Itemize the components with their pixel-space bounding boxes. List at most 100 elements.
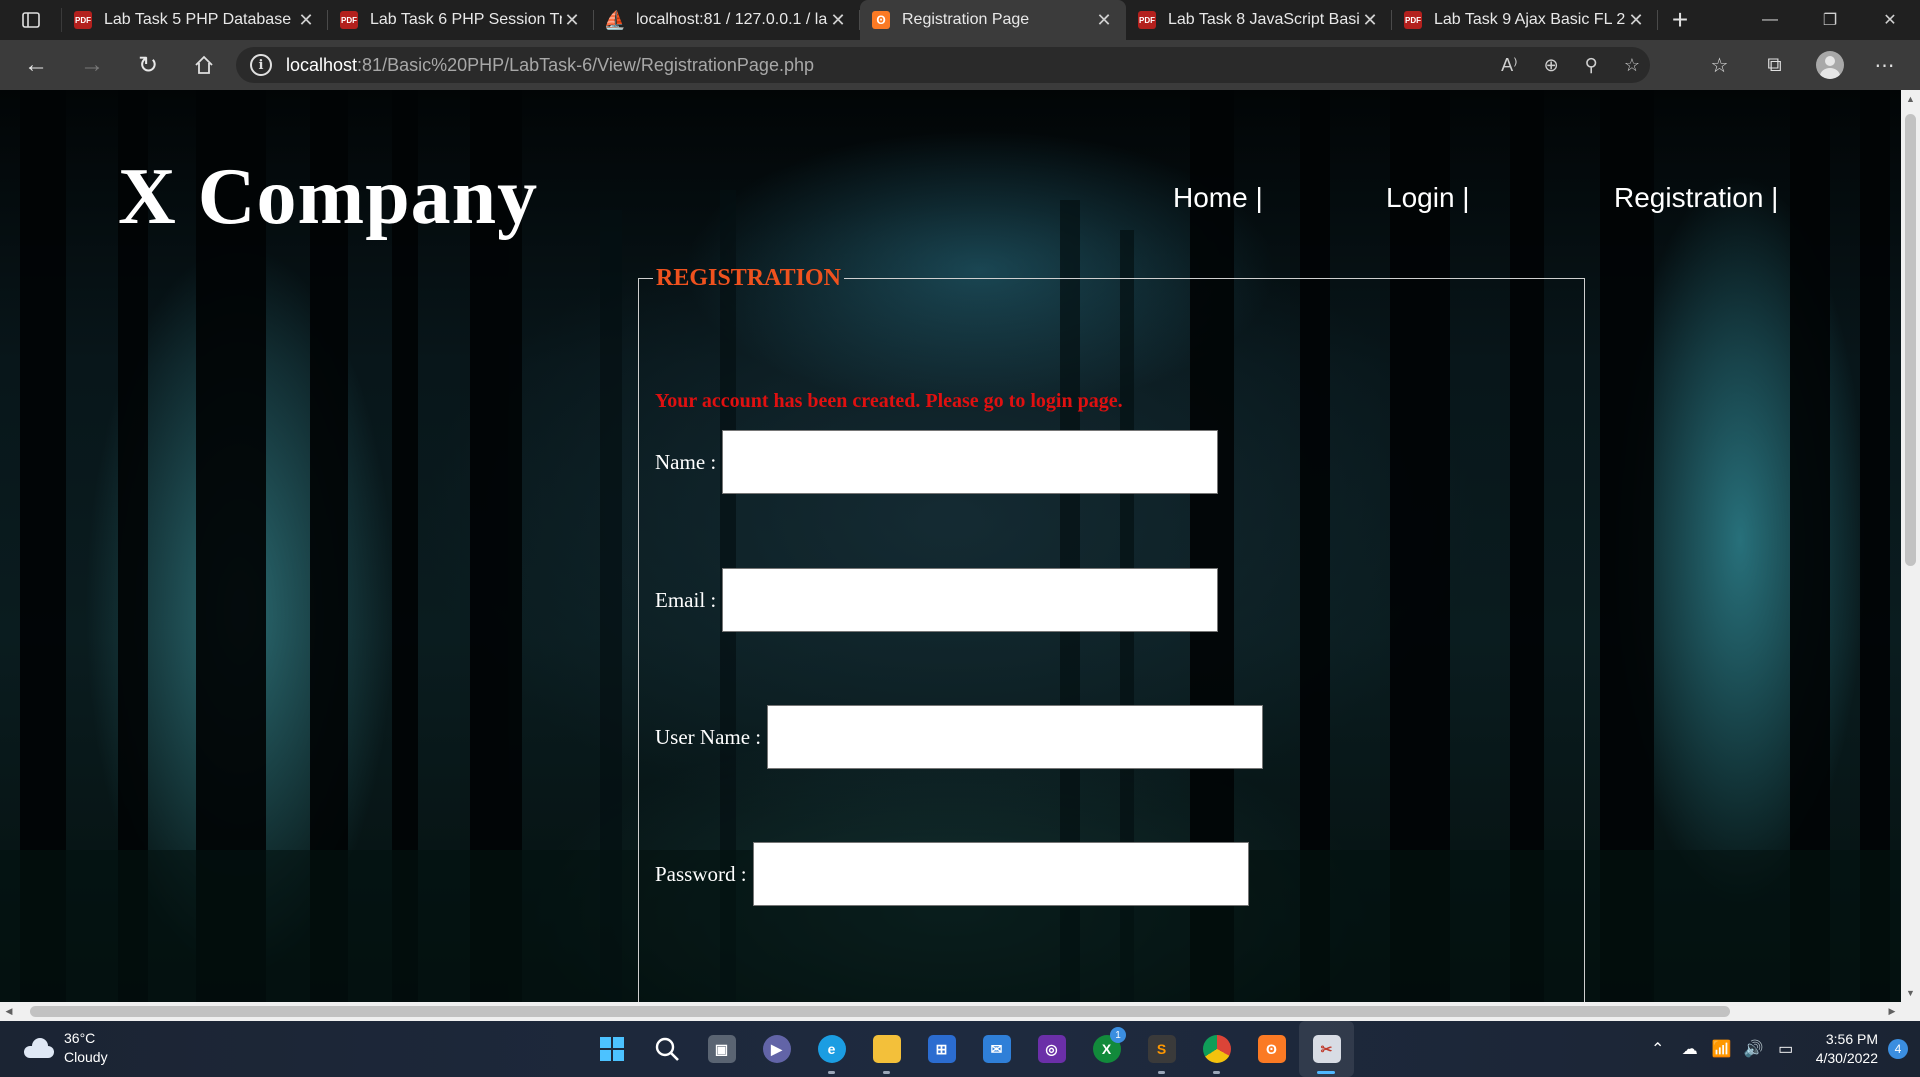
close-icon: ✕ xyxy=(1883,12,1897,29)
teams-chat-button[interactable]: ▶ xyxy=(749,1021,804,1077)
site-info-icon[interactable]: i xyxy=(250,54,272,76)
sublime-app[interactable]: S xyxy=(1134,1021,1189,1077)
email-field[interactable] xyxy=(722,568,1219,632)
tab-lab-task-5[interactable]: PDF Lab Task 5 PHP Database Connectivity… xyxy=(62,0,328,40)
scroll-up-icon[interactable]: ▲ xyxy=(1901,90,1920,108)
clock-date: 4/30/2022 xyxy=(1815,1050,1878,1066)
username-row: User Name : xyxy=(655,705,1264,769)
media-icon: ◎ xyxy=(1037,1035,1066,1063)
profile-button[interactable] xyxy=(1802,51,1857,79)
url-path: :81/Basic%20PHP/LabTask-6/View/Registrat… xyxy=(357,54,814,75)
wifi-icon[interactable]: 📶 xyxy=(1706,1039,1738,1059)
back-arrow-icon: ← xyxy=(24,51,48,78)
tab-lab-task-6[interactable]: PDF Lab Task 6 PHP Session Tracking ✕ xyxy=(328,0,594,40)
close-icon[interactable]: ✕ xyxy=(296,10,316,31)
phpmyadmin-icon: ⛵ xyxy=(603,9,627,30)
read-aloud-icon[interactable]: A⁾ xyxy=(1501,55,1517,76)
running-indicator xyxy=(1317,1071,1335,1074)
snipping-tool-icon: ✂ xyxy=(1312,1035,1341,1063)
password-field[interactable] xyxy=(752,842,1249,906)
more-icon: ⋯ xyxy=(1874,54,1895,77)
plus-icon: + xyxy=(1671,4,1689,35)
minimize-button[interactable]: — xyxy=(1740,0,1800,40)
tab-actions-icon xyxy=(21,12,40,28)
scroll-down-icon[interactable]: ▼ xyxy=(1901,984,1920,1002)
tab-lab-task-8[interactable]: PDF Lab Task 8 JavaScript Basic ✕ xyxy=(1126,0,1392,40)
back-button[interactable]: ← xyxy=(8,40,64,90)
xbox-app[interactable]: X1 xyxy=(1079,1021,1134,1077)
close-window-button[interactable]: ✕ xyxy=(1860,0,1920,40)
home-button[interactable] xyxy=(176,40,232,90)
scroll-right-icon[interactable]: ▶ xyxy=(1883,1002,1901,1021)
password-label: Password : xyxy=(655,861,747,886)
battery-icon[interactable]: ▭ xyxy=(1770,1039,1802,1059)
xbox-badge: 1 xyxy=(1110,1027,1126,1043)
clock[interactable]: 3:56 PM 4/30/2022 xyxy=(1816,1030,1878,1068)
tab-actions-button[interactable] xyxy=(0,8,62,32)
pdf-icon: PDF xyxy=(74,11,92,29)
chrome-app[interactable] xyxy=(1189,1021,1244,1077)
close-icon[interactable]: ✕ xyxy=(1360,10,1380,31)
zoom-icon[interactable]: ⊕ xyxy=(1544,55,1559,76)
nav-home-link[interactable]: Home | xyxy=(1173,182,1263,214)
refresh-button[interactable]: ↻ xyxy=(120,40,176,90)
edge-app[interactable]: e xyxy=(804,1021,859,1077)
url-host: localhost xyxy=(286,54,358,75)
tab-title: localhost:81 / 127.0.0.1 / lab xyxy=(636,11,828,28)
tab-lab-task-9[interactable]: PDF Lab Task 9 Ajax Basic FL 21-22 ✕ xyxy=(1392,0,1658,40)
tracking-prevention-icon[interactable]: ⚲ xyxy=(1585,55,1598,76)
collections-button[interactable]: ⧉ xyxy=(1747,54,1802,77)
scrollbar-corner xyxy=(1901,1002,1920,1021)
address-bar[interactable]: i localhost:81/Basic%20PHP/LabTask-6/Vie… xyxy=(236,47,1650,83)
settings-menu-button[interactable]: ⋯ xyxy=(1857,53,1912,78)
name-row: Name : xyxy=(655,430,1219,494)
close-icon[interactable]: ✕ xyxy=(562,10,582,31)
notification-badge[interactable]: 4 xyxy=(1888,1039,1908,1059)
vertical-scroll-thumb[interactable] xyxy=(1905,114,1916,566)
vertical-scrollbar[interactable]: ▲ ▼ xyxy=(1901,90,1920,1002)
favorites-icon: ☆ xyxy=(1710,54,1729,77)
chrome-icon xyxy=(1202,1035,1231,1063)
file-explorer-app[interactable] xyxy=(859,1021,914,1077)
media-app[interactable]: ◎ xyxy=(1024,1021,1079,1077)
horizontal-scroll-thumb[interactable] xyxy=(30,1006,1730,1017)
task-view-button[interactable]: ▣ xyxy=(694,1021,749,1077)
clock-time: 3:56 PM xyxy=(1825,1031,1878,1047)
chat-icon: ▶ xyxy=(762,1035,791,1063)
restore-button[interactable]: ❐ xyxy=(1800,0,1860,40)
chevron-up-icon[interactable]: ⌃ xyxy=(1642,1039,1674,1059)
mail-app[interactable]: ✉ xyxy=(969,1021,1024,1077)
horizontal-scrollbar[interactable]: ◀ ▶ xyxy=(0,1002,1901,1021)
nav-login-link[interactable]: Login | xyxy=(1386,182,1470,214)
scroll-left-icon[interactable]: ◀ xyxy=(0,1002,18,1021)
close-icon[interactable]: ✕ xyxy=(828,10,848,31)
site-logo: X Company xyxy=(118,153,539,241)
snipping-tool-app[interactable]: ✂ xyxy=(1299,1021,1354,1077)
tab-title: Registration Page xyxy=(902,11,1030,28)
close-icon[interactable]: ✕ xyxy=(1626,10,1646,31)
onedrive-cloud-icon[interactable]: ☁ xyxy=(1674,1039,1706,1059)
search-button[interactable] xyxy=(639,1021,694,1077)
cloud-icon xyxy=(24,1038,54,1058)
username-field[interactable] xyxy=(767,705,1264,769)
start-button[interactable] xyxy=(584,1021,639,1077)
name-field[interactable] xyxy=(722,430,1219,494)
volume-icon[interactable]: 🔊 xyxy=(1738,1039,1770,1059)
close-icon[interactable]: ✕ xyxy=(1094,10,1114,31)
tab-phpmyadmin[interactable]: ⛵ localhost:81 / 127.0.0.1 / lab ✕ xyxy=(594,0,860,40)
running-indicator xyxy=(883,1071,890,1074)
favorites-button[interactable]: ☆ xyxy=(1692,53,1747,78)
nav-registration-link[interactable]: Registration | xyxy=(1614,182,1778,214)
xampp-app[interactable]: ʘ xyxy=(1244,1021,1299,1077)
task-view-icon: ▣ xyxy=(707,1035,736,1063)
restore-icon: ❐ xyxy=(1822,12,1838,29)
forward-button[interactable]: → xyxy=(64,40,120,90)
address-bar-actions: A⁾ ⊕ ⚲ ☆ xyxy=(1501,47,1640,83)
add-favorite-icon[interactable]: ☆ xyxy=(1624,55,1640,76)
new-tab-button[interactable]: + xyxy=(1658,0,1702,40)
tab-registration-page[interactable]: ʘ Registration Page ✕ xyxy=(860,0,1126,40)
registration-legend: REGISTRATION xyxy=(656,265,841,291)
weather-widget[interactable]: 36°C Cloudy xyxy=(24,1029,108,1067)
store-app[interactable]: ⊞ xyxy=(914,1021,969,1077)
minimize-icon: — xyxy=(1762,11,1778,28)
